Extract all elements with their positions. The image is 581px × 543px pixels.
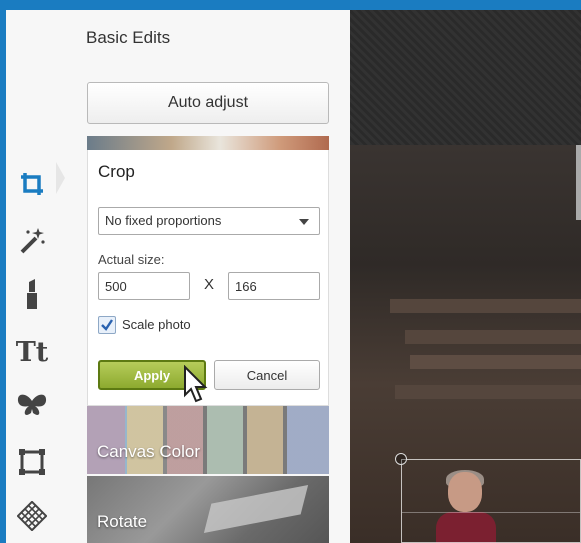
height-input[interactable] — [228, 272, 320, 300]
crop-icon[interactable] — [16, 168, 48, 200]
canvas-color-label: Canvas Color — [97, 442, 200, 461]
active-tool-pointer — [56, 162, 65, 194]
bench-graphic — [395, 385, 581, 399]
mouse-pointer-icon — [181, 364, 211, 410]
crop-title: Crop — [98, 162, 135, 181]
bench-graphic — [390, 299, 581, 313]
proportions-select[interactable]: No fixed proportions — [98, 207, 320, 235]
chevron-down-icon — [299, 219, 309, 225]
text-icon[interactable]: Tt — [16, 336, 49, 368]
photo-canvas[interactable] — [350, 10, 581, 543]
frame-icon[interactable] — [16, 446, 48, 478]
butterfly-icon[interactable] — [16, 390, 48, 422]
checkmark-icon — [101, 319, 113, 331]
scale-photo-checkbox[interactable] — [98, 316, 116, 334]
crop-selection-box[interactable] — [401, 459, 581, 543]
crop-guide-line — [402, 512, 580, 513]
rotate-tile[interactable]: Rotate — [87, 476, 329, 543]
cancel-button[interactable]: Cancel — [214, 360, 320, 390]
bench-graphic — [410, 355, 581, 369]
lipstick-icon[interactable] — [16, 278, 48, 310]
canvas-color-tile[interactable]: Canvas Color — [87, 406, 329, 474]
auto-adjust-button[interactable]: Auto adjust — [87, 82, 329, 124]
crop-header-image — [87, 136, 329, 150]
texture-icon[interactable] — [16, 500, 48, 532]
scrollbar-handle[interactable] — [576, 145, 581, 220]
rotate-arrow-graphic — [203, 484, 309, 534]
editor-window: Tt Basic Edits Auto adjust Crop No fixed… — [6, 10, 581, 543]
size-separator: X — [204, 276, 215, 293]
magic-wand-icon[interactable] — [16, 224, 48, 256]
bench-graphic — [405, 330, 581, 344]
basic-edits-panel: Basic Edits Auto adjust Crop No fixed pr… — [66, 10, 350, 543]
rotate-label: Rotate — [97, 512, 148, 531]
width-input[interactable] — [98, 272, 190, 300]
tool-rail: Tt — [6, 10, 66, 543]
actual-size-label: Actual size: — [98, 252, 165, 267]
crop-corner-handle[interactable] — [395, 453, 407, 465]
proportions-selected-value: No fixed proportions — [105, 213, 222, 228]
scale-photo-label: Scale photo — [122, 317, 191, 332]
panel-title: Basic Edits — [86, 28, 171, 47]
